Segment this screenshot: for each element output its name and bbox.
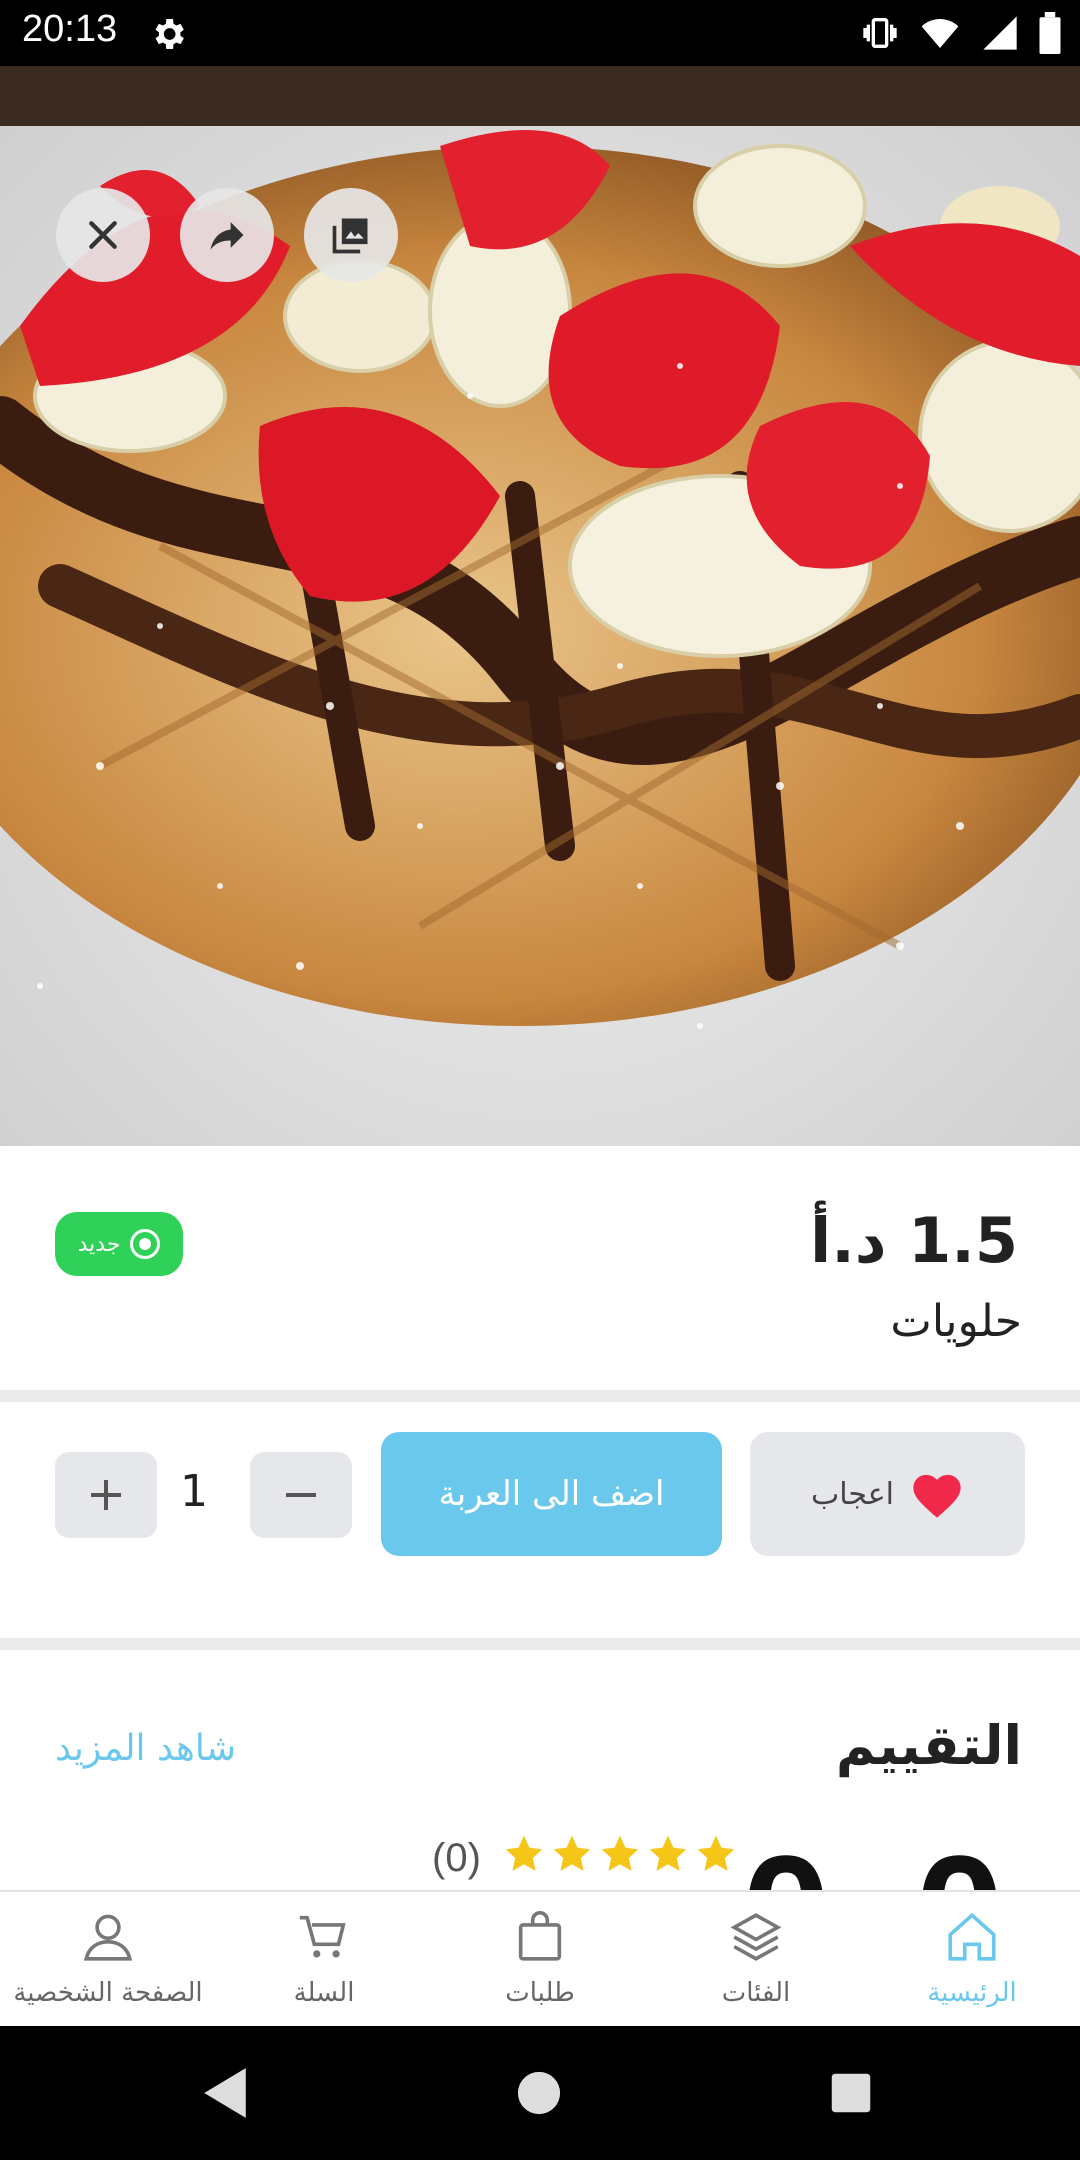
close-icon bbox=[89, 221, 117, 249]
nav-label-home: الرئيسية bbox=[927, 1978, 1017, 2008]
product-category: حلويات bbox=[890, 1296, 1022, 1347]
bag-icon bbox=[518, 1911, 562, 1961]
section-divider bbox=[0, 1390, 1080, 1402]
wifi-icon bbox=[921, 19, 959, 48]
system-navigation-bar bbox=[0, 2026, 1080, 2160]
rating-count: (0) bbox=[432, 1836, 481, 1880]
status-bar: 20:13 bbox=[0, 0, 1080, 66]
product-image[interactable] bbox=[0, 66, 1080, 1146]
battery-icon bbox=[1039, 12, 1061, 54]
nav-label-profile: الصفحة الشخصية bbox=[13, 1978, 203, 2008]
status-time: 20:13 bbox=[22, 8, 118, 50]
gallery-icon bbox=[332, 218, 368, 254]
minus-icon bbox=[286, 1493, 316, 1497]
star-icon bbox=[505, 1835, 543, 1871]
star-icon bbox=[601, 1835, 639, 1871]
product-info: 1.5 د.أ حلويات جديد bbox=[0, 1146, 1080, 1390]
new-badge: جديد bbox=[55, 1212, 183, 1276]
settings-gear-icon bbox=[155, 19, 184, 49]
status-icons bbox=[860, 12, 1062, 54]
back-icon[interactable] bbox=[200, 2066, 250, 2120]
see-more-link[interactable]: شاهد المزيد bbox=[55, 1728, 236, 1769]
quantity-decrease-button[interactable] bbox=[250, 1452, 352, 1538]
bottom-navigation: الصفحة الشخصية السلة طلبات الفئات الرئيس… bbox=[0, 1890, 1080, 2026]
share-button[interactable] bbox=[180, 188, 274, 282]
nav-item-categories[interactable]: الفئات bbox=[648, 1892, 864, 2026]
vibrate-icon bbox=[863, 18, 897, 48]
layers-icon bbox=[730, 1913, 782, 1961]
quantity-value: 1 bbox=[180, 1466, 208, 1517]
nav-label-categories: الفئات bbox=[721, 1978, 791, 2008]
nav-item-cart[interactable]: السلة bbox=[216, 1892, 432, 2026]
share-icon bbox=[210, 222, 244, 250]
like-button[interactable]: اعجاب bbox=[750, 1432, 1025, 1556]
rating-stars bbox=[502, 1832, 738, 1876]
home-circle-icon[interactable] bbox=[516, 2070, 562, 2116]
rating-title: التقييم bbox=[835, 1714, 1022, 1777]
star-icon bbox=[553, 1835, 591, 1871]
product-actions: 1 اضف الى العربة اعجاب bbox=[0, 1402, 1080, 1638]
like-label: اعجاب bbox=[811, 1476, 894, 1512]
star-icon bbox=[697, 1835, 735, 1871]
section-divider bbox=[0, 1638, 1080, 1650]
quantity-increase-button[interactable] bbox=[55, 1452, 157, 1538]
add-to-cart-button[interactable]: اضف الى العربة bbox=[381, 1432, 722, 1556]
nav-item-home[interactable]: الرئيسية bbox=[864, 1892, 1080, 2026]
nav-label-orders: طلبات bbox=[505, 1978, 575, 2008]
gallery-button[interactable] bbox=[304, 188, 398, 282]
waffle-photo bbox=[0, 66, 1080, 1146]
recents-icon[interactable] bbox=[830, 2072, 872, 2114]
home-icon bbox=[948, 1912, 996, 1961]
plus-icon bbox=[91, 1480, 121, 1510]
cart-icon bbox=[299, 1915, 346, 1958]
product-price: 1.5 د.أ bbox=[809, 1204, 1018, 1277]
nav-label-cart: السلة bbox=[293, 1978, 355, 2008]
new-badge-label: جديد bbox=[77, 1231, 121, 1257]
signal-icon bbox=[983, 16, 1017, 50]
rating-score: 0.0 bbox=[742, 1820, 1024, 1890]
star-icon bbox=[649, 1835, 687, 1871]
heart-icon bbox=[913, 1474, 961, 1518]
nav-item-orders[interactable]: طلبات bbox=[432, 1892, 648, 2026]
radio-dot-icon bbox=[130, 1229, 161, 1259]
nav-item-profile[interactable]: الصفحة الشخصية bbox=[0, 1892, 216, 2026]
rating-section: التقييم شاهد المزيد 0.0 (0) bbox=[0, 1650, 1080, 1890]
person-icon bbox=[83, 1914, 133, 1961]
close-button[interactable] bbox=[56, 188, 150, 282]
